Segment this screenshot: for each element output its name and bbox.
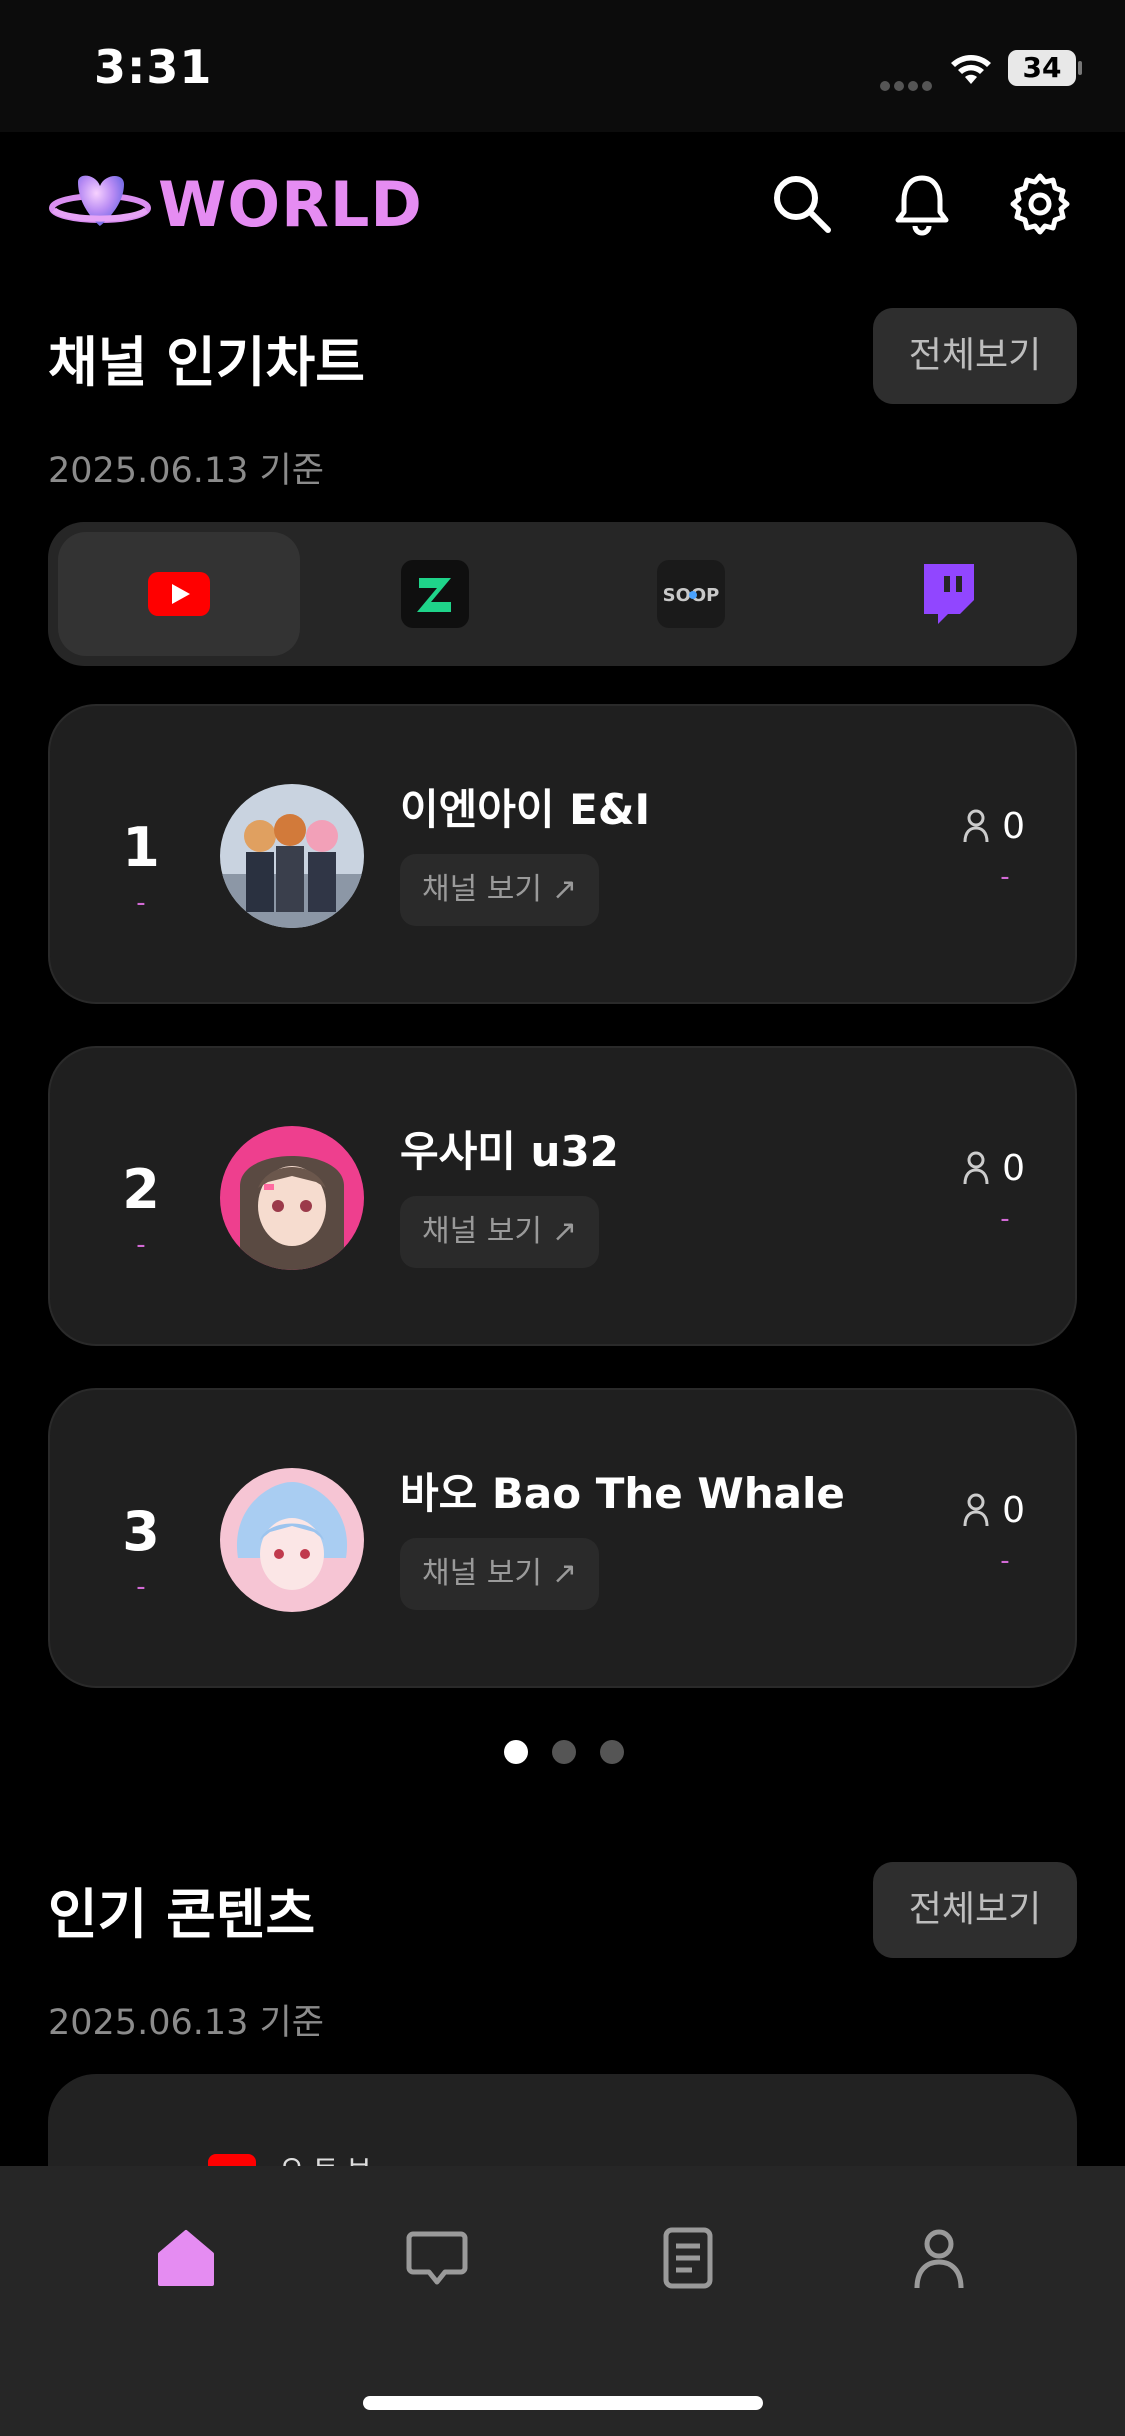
person-icon (963, 1493, 989, 1527)
channel-card[interactable]: 1 - 이엔아이 E&I 채널 보기 ↗ 0 - (48, 704, 1077, 1004)
planet-logo-icon (49, 175, 151, 226)
cellular-signal-icon (880, 76, 936, 91)
platform-tabs: SOOP (48, 522, 1077, 666)
gear-icon[interactable] (1008, 172, 1072, 236)
tab-twitch[interactable] (826, 532, 1068, 656)
channel-name: 이엔아이 E&I (400, 785, 651, 834)
rank-number: 3 (122, 1500, 160, 1563)
rank-number: 1 (122, 816, 160, 879)
arrow-up-right-icon: ↗ (551, 1556, 578, 1591)
arrow-up-right-icon: ↗ (551, 872, 578, 907)
rank-change: - (136, 1572, 146, 1602)
view-channel-label: 채널 보기 (422, 872, 542, 907)
tab-youtube[interactable] (58, 532, 300, 656)
channel-chart-title: 채널 인기차트 (48, 331, 365, 394)
viewer-count-value: 0 (1002, 1490, 1025, 1531)
channel-chart-view-all-button[interactable]: 전체보기 (873, 308, 1077, 404)
viewer-count: 0 (962, 806, 1025, 847)
viewer-count: 0 (962, 1490, 1025, 1531)
status-time: 3:31 (94, 40, 213, 94)
popular-content-title: 인기 콘텐츠 (48, 1883, 316, 1946)
pagination-dot[interactable] (600, 1740, 624, 1764)
pagination-dot-active[interactable] (504, 1740, 528, 1764)
person-icon (963, 1151, 989, 1185)
tab-chzzk[interactable] (314, 532, 556, 656)
view-channel-button[interactable]: 채널 보기 ↗ (400, 1538, 600, 1610)
profile-icon[interactable] (907, 2226, 971, 2290)
battery-indicator: 34 (1008, 50, 1076, 86)
popular-content-view-all-button[interactable]: 전체보기 (873, 1862, 1077, 1958)
channel-avatar[interactable] (220, 1468, 364, 1612)
rank-change: - (136, 1230, 146, 1260)
search-icon[interactable] (770, 172, 834, 236)
view-channel-label: 채널 보기 (422, 1214, 542, 1249)
viewer-change: - (1000, 1546, 1010, 1576)
battery-tip (1078, 61, 1082, 75)
tab-soop[interactable]: SOOP (570, 532, 812, 656)
viewer-count-value: 0 (1002, 1148, 1025, 1189)
popular-content-date: 2025.06.13 기준 (48, 2003, 324, 2043)
channel-name: 우사미 u32 (400, 1127, 619, 1176)
viewer-change: - (1000, 1204, 1010, 1234)
arrow-up-right-icon: ↗ (551, 1214, 578, 1249)
channel-chart-date: 2025.06.13 기준 (48, 451, 324, 491)
wifi-icon (951, 55, 991, 84)
bell-icon[interactable] (890, 172, 954, 236)
document-icon[interactable] (656, 2226, 720, 2290)
view-channel-button[interactable]: 채널 보기 ↗ (400, 854, 600, 926)
view-channel-label: 채널 보기 (422, 1556, 542, 1591)
youtube-logo-icon (148, 572, 210, 616)
channel-name: 바오 Bao The Whale (400, 1469, 845, 1518)
home-indicator (363, 2396, 763, 2410)
rank-number: 2 (122, 1158, 160, 1221)
person-icon (963, 809, 989, 843)
viewer-change: - (1000, 862, 1010, 892)
channel-avatar[interactable] (220, 1126, 364, 1270)
channel-card[interactable]: 2 - 우사미 u32 채널 보기 ↗ 0 - (48, 1046, 1077, 1346)
app-logo-text[interactable]: WORLD (158, 168, 423, 241)
chat-icon[interactable] (405, 2226, 469, 2290)
soop-logo-icon: SOOP (657, 560, 725, 628)
chzzk-logo-icon (401, 560, 469, 628)
view-channel-button[interactable]: 채널 보기 ↗ (400, 1196, 600, 1268)
carousel-pagination (500, 1738, 640, 1766)
twitch-logo-icon (924, 564, 974, 624)
viewer-count: 0 (962, 1148, 1025, 1189)
channel-avatar[interactable] (220, 784, 364, 928)
rank-change: - (136, 888, 146, 918)
pagination-dot[interactable] (552, 1740, 576, 1764)
viewer-count-value: 0 (1002, 806, 1025, 847)
home-icon[interactable] (154, 2226, 218, 2290)
channel-card[interactable]: 3 - 바오 Bao The Whale 채널 보기 ↗ 0 - (48, 1388, 1077, 1688)
